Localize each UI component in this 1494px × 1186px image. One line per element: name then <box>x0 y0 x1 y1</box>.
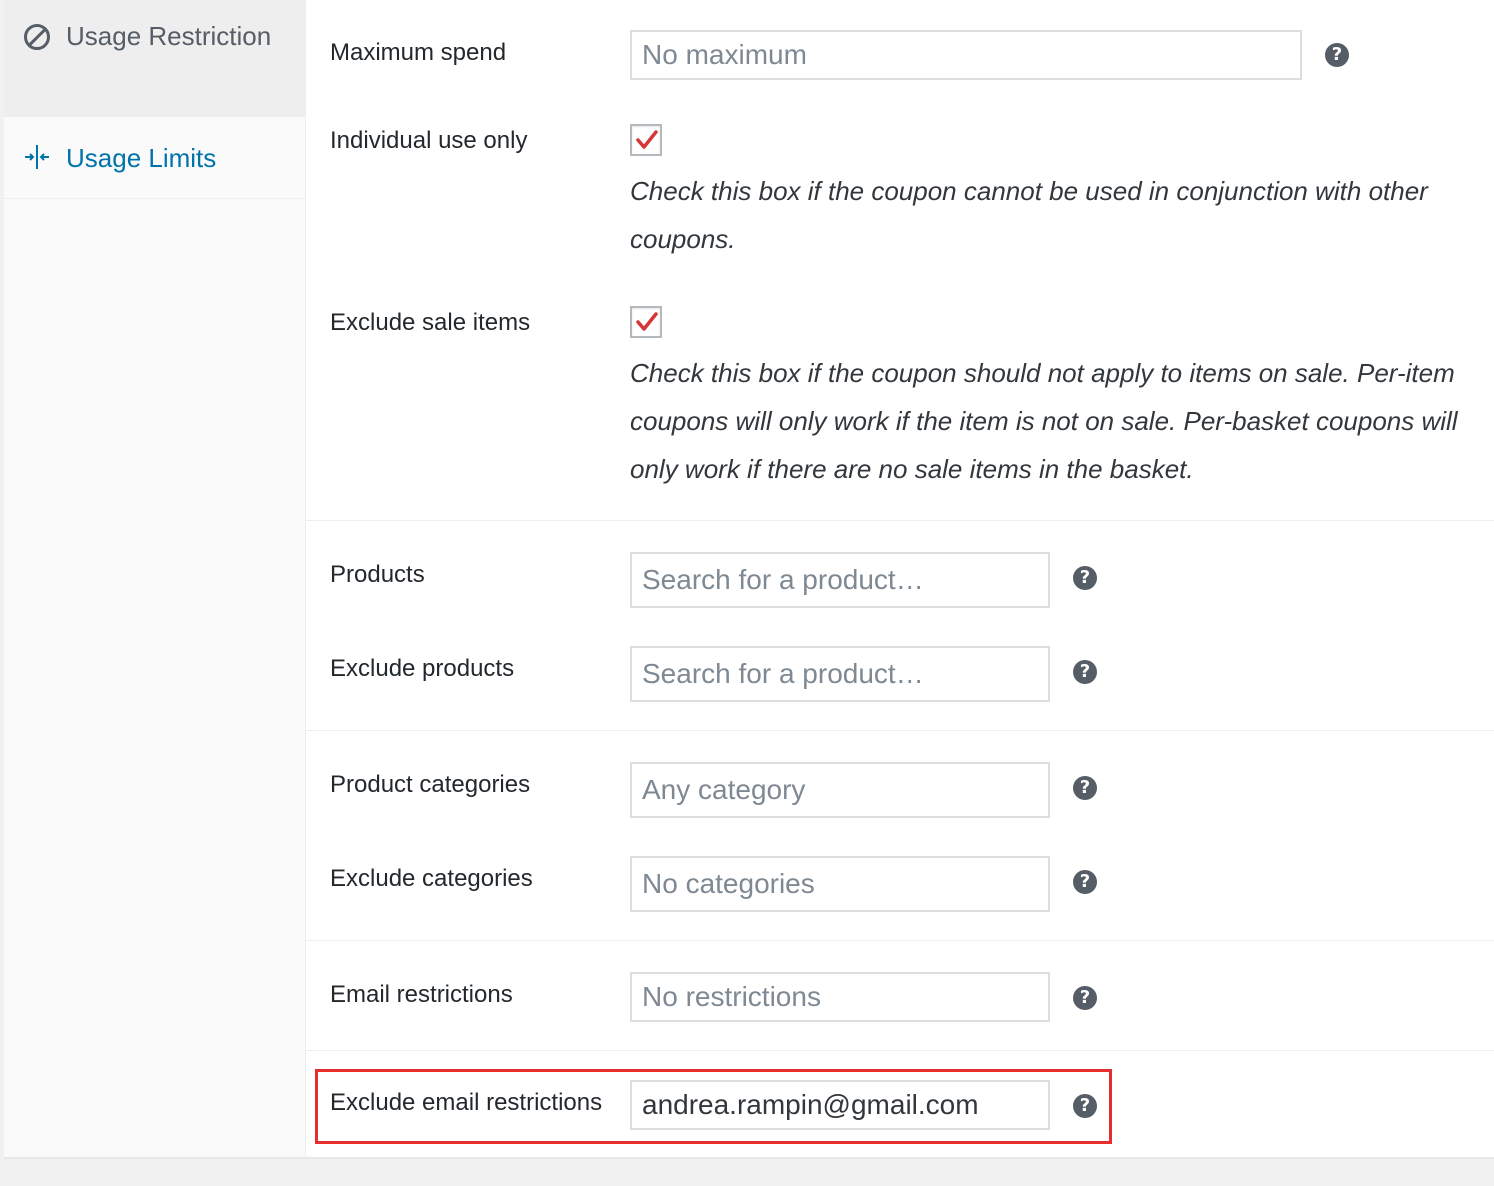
exclude-sale-checkbox[interactable] <box>630 306 662 338</box>
exclude-categories-help-icon[interactable]: ? <box>1073 870 1097 894</box>
products-help-icon[interactable]: ? <box>1073 566 1097 590</box>
tab-usage-restriction[interactable]: Usage Restriction <box>4 0 305 117</box>
individual-use-label: Individual use only <box>330 127 528 154</box>
coupon-tabs-sidebar: Usage Restriction Usage Limits <box>4 0 306 1157</box>
exclude-products-search-input[interactable]: Search for a product… <box>630 646 1050 702</box>
checkmark-icon <box>636 312 658 331</box>
product-categories-input[interactable]: Any category <box>630 762 1050 818</box>
highlight-box <box>315 1069 1112 1144</box>
products-search-input[interactable]: Search for a product… <box>630 552 1050 608</box>
email-restrictions-input[interactable]: No restrictions <box>630 972 1050 1022</box>
product-categories-help-icon[interactable]: ? <box>1073 776 1097 800</box>
email-restrictions-label: Email restrictions <box>330 981 513 1008</box>
limits-icon <box>25 145 49 169</box>
coupon-data-panel: Usage Restriction Usage Limits Maximum s… <box>4 0 1494 1158</box>
exclude-products-label: Exclude products <box>330 655 515 682</box>
exclude-products-help-icon[interactable]: ? <box>1073 660 1097 684</box>
exclude-categories-label: Exclude categories <box>330 865 533 892</box>
tab-usage-restriction-label: Usage Restriction <box>66 21 272 51</box>
tab-usage-limits[interactable]: Usage Limits <box>4 118 305 199</box>
individual-use-checkbox[interactable] <box>630 124 662 156</box>
exclude-categories-input[interactable]: No categories <box>630 856 1050 912</box>
maximum-spend-help-icon[interactable]: ? <box>1325 43 1349 67</box>
checkmark-icon <box>636 130 658 149</box>
tab-usage-limits-label: Usage Limits <box>66 143 217 173</box>
email-restrictions-help-icon[interactable]: ? <box>1073 986 1097 1010</box>
maximum-spend-label: Maximum spend <box>330 39 507 66</box>
section-divider <box>306 1050 1494 1051</box>
individual-use-description: Check this box if the coupon cannot be u… <box>630 176 1428 254</box>
product-categories-label: Product categories <box>330 771 531 798</box>
products-label: Products <box>330 561 425 588</box>
exclude-sale-label: Exclude sale items <box>330 309 531 336</box>
section-divider <box>306 520 1494 521</box>
section-divider <box>306 940 1494 941</box>
section-divider <box>306 730 1494 731</box>
maximum-spend-input[interactable]: No maximum <box>630 30 1302 80</box>
exclude-sale-description: Check this box if the coupon should not … <box>630 358 1458 484</box>
